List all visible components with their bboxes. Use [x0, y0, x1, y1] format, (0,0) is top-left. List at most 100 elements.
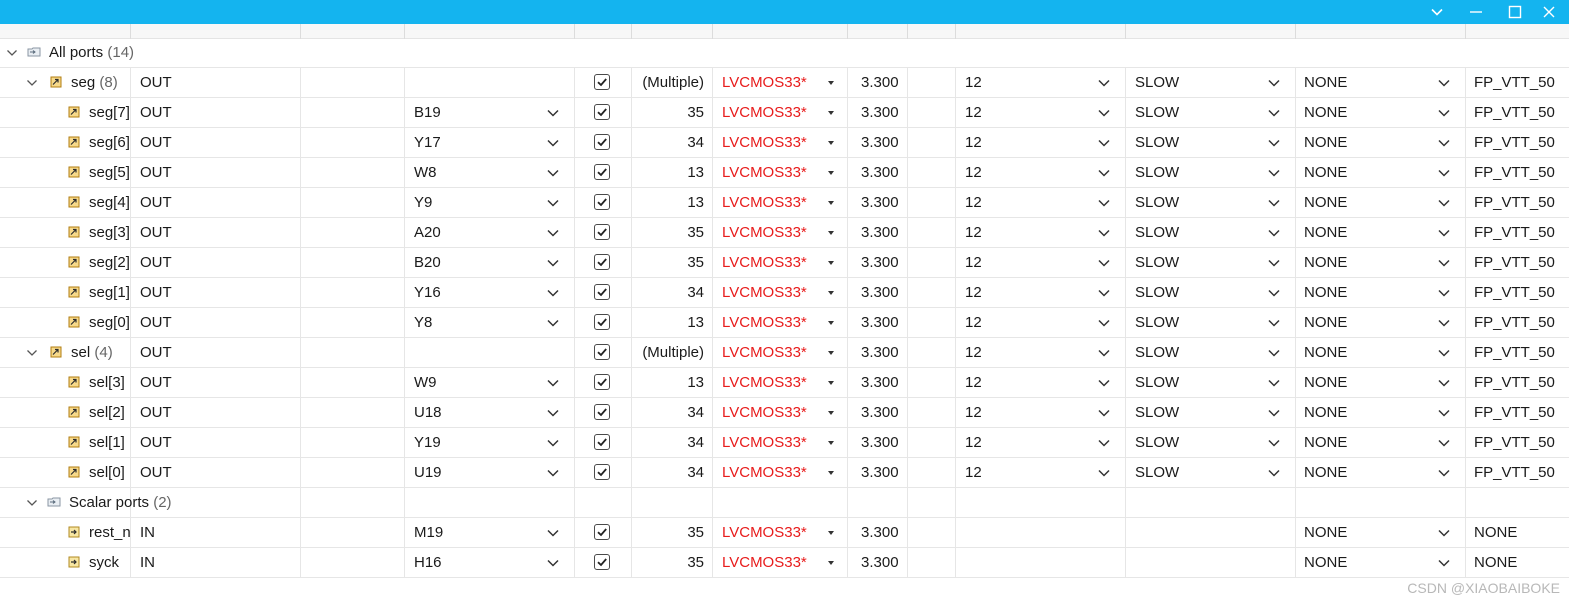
chevron-down-icon[interactable]: [1436, 458, 1452, 487]
chevron-down-icon[interactable]: [1436, 278, 1452, 307]
dropdown-arrow-icon[interactable]: [828, 351, 834, 355]
chevron-down-icon[interactable]: [1096, 398, 1112, 427]
chevron-down-icon[interactable]: [1436, 158, 1452, 187]
chevron-down-icon[interactable]: [545, 548, 561, 577]
fixed-checkbox[interactable]: [594, 284, 610, 300]
column-separator[interactable]: [712, 24, 713, 39]
chevron-down-icon[interactable]: [545, 428, 561, 457]
dropdown-arrow-icon[interactable]: [828, 171, 834, 175]
chevron-down-icon[interactable]: [24, 68, 40, 97]
chevron-down-icon[interactable]: [1436, 248, 1452, 277]
table-row[interactable]: seg[6] OUT Y17 34 LVCMOS33* 3.300 12 SLOW NONE FP…: [0, 128, 1569, 158]
chevron-down-icon[interactable]: [1436, 128, 1452, 157]
chevron-down-icon[interactable]: [1266, 68, 1282, 97]
chevron-down-icon[interactable]: [1417, 0, 1457, 24]
table-row[interactable]: Scalar ports (2): [0, 488, 1569, 518]
chevron-down-icon[interactable]: [1096, 68, 1112, 97]
column-separator[interactable]: [574, 24, 575, 39]
chevron-down-icon[interactable]: [545, 398, 561, 427]
fixed-checkbox[interactable]: [594, 164, 610, 180]
fixed-checkbox[interactable]: [594, 74, 610, 90]
chevron-down-icon[interactable]: [1436, 368, 1452, 397]
chevron-down-icon[interactable]: [1096, 248, 1112, 277]
dropdown-arrow-icon[interactable]: [828, 291, 834, 295]
chevron-down-icon[interactable]: [1096, 278, 1112, 307]
fixed-checkbox[interactable]: [594, 374, 610, 390]
close-icon[interactable]: [1529, 0, 1569, 24]
table-row[interactable]: seg[1] OUT Y16 34 LVCMOS33* 3.300 12 SLOW NONE FP…: [0, 278, 1569, 308]
chevron-down-icon[interactable]: [1436, 68, 1452, 97]
chevron-down-icon[interactable]: [1266, 248, 1282, 277]
table-row[interactable]: sel (4) OUT (Multiple) LVCMOS33* 3.300 12 SLOW…: [0, 338, 1569, 368]
dropdown-arrow-icon[interactable]: [828, 321, 834, 325]
chevron-down-icon[interactable]: [1096, 368, 1112, 397]
chevron-down-icon[interactable]: [545, 128, 561, 157]
table-row[interactable]: seg[2] OUT B20 35 LVCMOS33* 3.300 12 SLOW NONE FP…: [0, 248, 1569, 278]
chevron-down-icon[interactable]: [1266, 278, 1282, 307]
chevron-down-icon[interactable]: [545, 188, 561, 217]
column-separator[interactable]: [631, 24, 632, 39]
chevron-down-icon[interactable]: [545, 278, 561, 307]
table-row[interactable]: seg[5] OUT W8 13 LVCMOS33* 3.300 12 SLOW NONE FP_…: [0, 158, 1569, 188]
chevron-down-icon[interactable]: [1266, 338, 1282, 367]
dropdown-arrow-icon[interactable]: [828, 441, 834, 445]
chevron-down-icon[interactable]: [1266, 428, 1282, 457]
table-row[interactable]: sel[3] OUT W9 13 LVCMOS33* 3.300 12 SLOW NONE FP_…: [0, 368, 1569, 398]
column-separator[interactable]: [1125, 24, 1126, 39]
dropdown-arrow-icon[interactable]: [828, 531, 834, 535]
chevron-down-icon[interactable]: [545, 458, 561, 487]
chevron-down-icon[interactable]: [545, 158, 561, 187]
table-row[interactable]: All ports (14): [0, 38, 1569, 68]
table-row[interactable]: sel[2] OUT U18 34 LVCMOS33* 3.300 12 SLOW NONE FP…: [0, 398, 1569, 428]
chevron-down-icon[interactable]: [1436, 428, 1452, 457]
chevron-down-icon[interactable]: [1266, 98, 1282, 127]
chevron-down-icon[interactable]: [1436, 518, 1452, 547]
chevron-down-icon[interactable]: [1436, 308, 1452, 337]
fixed-checkbox[interactable]: [594, 344, 610, 360]
dropdown-arrow-icon[interactable]: [828, 261, 834, 265]
chevron-down-icon[interactable]: [4, 38, 20, 67]
fixed-checkbox[interactable]: [594, 464, 610, 480]
dropdown-arrow-icon[interactable]: [828, 111, 834, 115]
chevron-down-icon[interactable]: [1096, 308, 1112, 337]
table-row[interactable]: seg (8) OUT (Multiple) LVCMOS33* 3.300 12 SLOW…: [0, 68, 1569, 98]
chevron-down-icon[interactable]: [1096, 188, 1112, 217]
table-row[interactable]: sel[0] OUT U19 34 LVCMOS33* 3.300 12 SLOW NONE FP…: [0, 458, 1569, 488]
table-row[interactable]: seg[4] OUT Y9 13 LVCMOS33* 3.300 12 SLOW NONE FP_…: [0, 188, 1569, 218]
fixed-checkbox[interactable]: [594, 524, 610, 540]
chevron-down-icon[interactable]: [1436, 398, 1452, 427]
minimize-icon[interactable]: [1456, 0, 1496, 24]
fixed-checkbox[interactable]: [594, 554, 610, 570]
chevron-down-icon[interactable]: [1266, 398, 1282, 427]
chevron-down-icon[interactable]: [1266, 218, 1282, 247]
chevron-down-icon[interactable]: [545, 248, 561, 277]
chevron-down-icon[interactable]: [1266, 158, 1282, 187]
dropdown-arrow-icon[interactable]: [828, 231, 834, 235]
chevron-down-icon[interactable]: [1436, 218, 1452, 247]
chevron-down-icon[interactable]: [545, 518, 561, 547]
chevron-down-icon[interactable]: [24, 338, 40, 367]
chevron-down-icon[interactable]: [24, 488, 40, 517]
chevron-down-icon[interactable]: [1266, 128, 1282, 157]
chevron-down-icon[interactable]: [1096, 158, 1112, 187]
fixed-checkbox[interactable]: [594, 194, 610, 210]
fixed-checkbox[interactable]: [594, 254, 610, 270]
table-row[interactable]: seg[7] OUT B19 35 LVCMOS33* 3.300 12 SLOW NONE FP…: [0, 98, 1569, 128]
column-separator[interactable]: [847, 24, 848, 39]
chevron-down-icon[interactable]: [545, 98, 561, 127]
fixed-checkbox[interactable]: [594, 314, 610, 330]
chevron-down-icon[interactable]: [1436, 188, 1452, 217]
chevron-down-icon[interactable]: [1266, 308, 1282, 337]
column-separator[interactable]: [907, 24, 908, 39]
chevron-down-icon[interactable]: [545, 308, 561, 337]
table-row[interactable]: sel[1] OUT Y19 34 LVCMOS33* 3.300 12 SLOW NONE FP…: [0, 428, 1569, 458]
fixed-checkbox[interactable]: [594, 434, 610, 450]
fixed-checkbox[interactable]: [594, 404, 610, 420]
dropdown-arrow-icon[interactable]: [828, 81, 834, 85]
column-separator[interactable]: [130, 24, 131, 39]
dropdown-arrow-icon[interactable]: [828, 141, 834, 145]
chevron-down-icon[interactable]: [545, 368, 561, 397]
dropdown-arrow-icon[interactable]: [828, 381, 834, 385]
column-separator[interactable]: [1295, 24, 1296, 39]
chevron-down-icon[interactable]: [1096, 128, 1112, 157]
